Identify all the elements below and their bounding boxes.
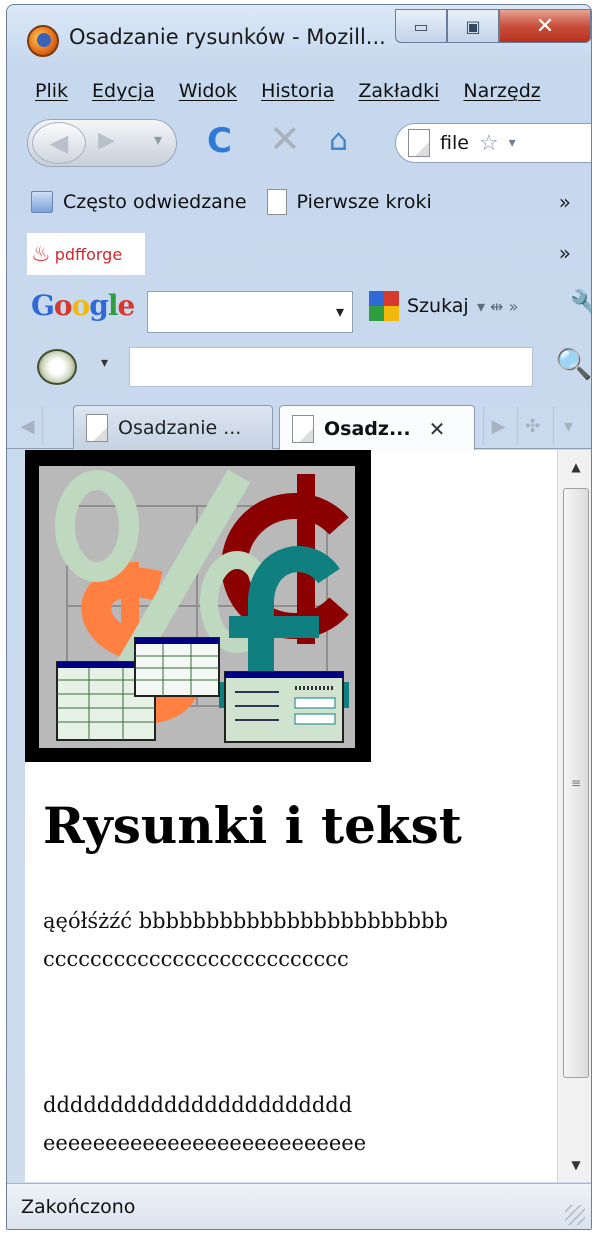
paragraph-line: eeeeeeeeeeeeeeeeeeeeeeeeee: [43, 1131, 367, 1155]
paragraph-2: ddddddddddddddddddddddd eeeeeeeeeeeeeeee…: [43, 1086, 366, 1162]
pdfforge-logo[interactable]: ♨ pdfforge: [27, 233, 145, 275]
currency-clipart-svg: [39, 466, 355, 748]
resize-grip-icon[interactable]: [565, 1205, 585, 1225]
window-title: Osadzanie rysunków - Mozill...: [69, 25, 386, 49]
wrench-icon[interactable]: 🔧: [569, 289, 591, 324]
tab-bar: ◀ Osadzanie ... Osadz... ✕ ▶ ✣ ▾: [7, 397, 591, 451]
bookmark-page-icon: [266, 189, 287, 215]
stop-icon[interactable]: ✕: [269, 117, 301, 161]
paragraph-1: ąęółśżźć bbbbbbbbbbbbbbbbbbbbbbb ccccccc…: [43, 902, 448, 978]
google-toolbar: Google ▾ Szukaj ▾ ⇹ » 🔧: [7, 283, 591, 341]
menu-edycja[interactable]: Edycja: [92, 80, 155, 102]
menu-bar: Plik Edycja Widok Historia Zakładki Narz…: [7, 71, 591, 111]
google-logo-letter: e: [117, 289, 136, 322]
google-search-input[interactable]: ▾: [147, 291, 353, 333]
back-arrow-icon: ◀: [49, 129, 69, 157]
title-bar[interactable]: Osadzanie rysunków - Mozill... ▭ ▣ ✕: [7, 5, 591, 71]
tab-osadzanie-2[interactable]: Osadz... ✕: [279, 405, 475, 451]
tab-label: Osadz...: [324, 417, 411, 440]
pdfforge-overflow-chevron[interactable]: »: [559, 241, 571, 265]
magnifier-icon[interactable]: 🔍: [555, 347, 591, 382]
bookmark-folder-icon: [31, 191, 53, 213]
addon-search-input[interactable]: [129, 347, 533, 387]
tab-page-icon: [86, 413, 108, 442]
browser-window: Osadzanie rysunków - Mozill... ▭ ▣ ✕ Pli…: [6, 4, 592, 1230]
pdfforge-toolbar: ♨ pdfforge »: [7, 229, 591, 279]
tab-list-icon[interactable]: ✣: [517, 407, 547, 445]
scroll-down-arrow-icon[interactable]: ▼: [558, 1148, 591, 1182]
pdfforge-flame-icon: ♨: [31, 241, 51, 267]
google-logo[interactable]: Google: [31, 289, 136, 322]
google-logo-letter: G: [31, 289, 55, 322]
tab-osadzanie-1[interactable]: Osadzanie ...: [73, 405, 273, 449]
google-search-dropdown-icon[interactable]: ▾: [336, 302, 344, 321]
home-icon[interactable]: ⌂: [329, 123, 348, 158]
menu-zakladki[interactable]: Zakładki: [358, 80, 439, 102]
menu-plik[interactable]: Plik: [35, 80, 68, 102]
menu-widok[interactable]: Widok: [179, 80, 237, 102]
window-controls: ▭ ▣ ✕: [395, 9, 591, 43]
scrollbar-grip-icon: ≡: [570, 776, 582, 790]
navigation-toolbar: ◀ ▶ ▾ C ✕ ⌂ file ☆ ▾: [7, 111, 591, 175]
back-button[interactable]: ◀: [32, 122, 86, 164]
minimize-button[interactable]: ▭: [395, 9, 447, 43]
firefox-icon[interactable]: [27, 25, 59, 57]
google-logo-letter: o: [71, 289, 91, 322]
bookmark-star-icon[interactable]: ☆: [479, 131, 499, 156]
google-g-icon: [369, 291, 399, 321]
back-forward-group: ◀ ▶ ▾: [27, 119, 177, 167]
tab-menu-icon[interactable]: ▾: [553, 407, 583, 445]
tab-page-icon: [292, 414, 314, 443]
google-search-label: Szukaj: [407, 295, 469, 317]
addon-dropdown-icon[interactable]: ▾: [101, 355, 108, 371]
pdfforge-logo-text: pdfforge: [54, 244, 123, 264]
scroll-up-arrow-icon[interactable]: ▲: [558, 450, 591, 484]
google-toolbar-more[interactable]: ▾ ⇹ »: [477, 297, 518, 316]
tab-label: Osadzanie ...: [118, 416, 242, 439]
google-logo-letter: g: [89, 289, 109, 322]
url-text: file: [440, 132, 469, 154]
google-logo-letter: o: [53, 289, 73, 322]
vertical-scrollbar[interactable]: ▲ ≡ ▼: [557, 450, 591, 1182]
page-content: Rysunki i tekst ąęółśżźć bbbbbbbbbbbbbbb…: [25, 450, 557, 1182]
embedded-picture: [25, 450, 371, 762]
close-button[interactable]: ✕: [499, 9, 591, 43]
bookmark-czesto-odwiedzane[interactable]: Często odwiedzane: [63, 191, 247, 213]
google-logo-letter: l: [107, 289, 119, 322]
paragraph-line: ąęółśżźć bbbbbbbbbbbbbbbbbbbbbbb: [43, 909, 448, 933]
paragraph-line: ddddddddddddddddddddddd: [43, 1093, 353, 1117]
history-dropdown-icon[interactable]: ▾: [154, 130, 162, 149]
menu-historia[interactable]: Historia: [261, 80, 334, 102]
menu-narzedzia[interactable]: Narzędz: [463, 80, 540, 102]
page-heading: Rysunki i tekst: [43, 796, 462, 855]
status-bar: Zakończono: [7, 1183, 591, 1229]
status-text: Zakończono: [21, 1195, 136, 1218]
url-dropdown-icon[interactable]: ▾: [509, 135, 516, 151]
addon-eyes-icon[interactable]: [37, 349, 77, 385]
addon-search-toolbar: ▾ 🔍: [7, 341, 591, 393]
maximize-button[interactable]: ▣: [447, 9, 499, 43]
reload-icon[interactable]: C: [207, 121, 232, 161]
bookmarks-toolbar: Często odwiedzane Pierwsze kroki »: [7, 177, 591, 227]
url-bar[interactable]: file ☆ ▾: [395, 123, 591, 163]
scrollbar-thumb[interactable]: ≡: [563, 488, 589, 1078]
google-search-button[interactable]: Szukaj: [369, 291, 469, 321]
bookmarks-overflow-chevron[interactable]: »: [559, 190, 571, 214]
paragraph-line: cccccccccccccccccccccccccc: [43, 947, 349, 971]
forward-button[interactable]: ▶: [98, 128, 115, 153]
tab-close-icon[interactable]: ✕: [429, 417, 446, 441]
currency-clipart-image: [39, 466, 355, 748]
tab-scroll-right-icon[interactable]: ▶: [483, 407, 513, 445]
tab-scroll-left-icon[interactable]: ◀: [13, 407, 43, 445]
page-document-icon: [408, 129, 430, 157]
bookmark-pierwsze-kroki[interactable]: Pierwsze kroki: [297, 191, 432, 213]
